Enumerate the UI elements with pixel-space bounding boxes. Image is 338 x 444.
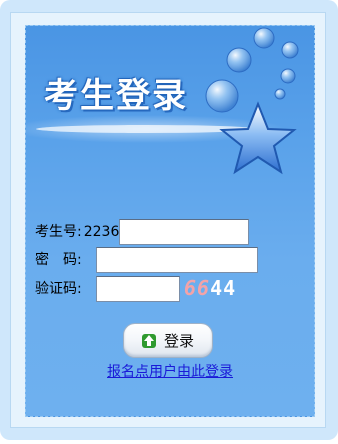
up-arrow-icon	[141, 333, 156, 348]
password-row: 密 码:	[35, 247, 258, 273]
captcha-row: 验证码:	[35, 276, 180, 302]
captcha-label: 验证码:	[35, 281, 82, 297]
captcha-input[interactable]	[96, 276, 180, 302]
agency-login-link[interactable]: 报名点用户由此登录	[100, 361, 240, 381]
captcha-char: 6	[197, 276, 211, 300]
exam-number-input[interactable]	[119, 219, 250, 245]
login-button[interactable]: 登录	[123, 323, 213, 358]
password-input[interactable]	[96, 247, 258, 273]
captcha-char: 4	[210, 276, 224, 300]
captcha-char: 6	[184, 276, 198, 300]
captcha-image[interactable]: 6644	[184, 276, 236, 300]
exam-number-row: 考生号: 2236	[35, 219, 250, 245]
login-button-label: 登录	[163, 332, 194, 350]
star-icon	[219, 101, 297, 175]
captcha-char: 4	[223, 276, 237, 300]
page-title: 考生登录	[44, 76, 188, 116]
exam-number-label: 考生号:	[35, 224, 82, 240]
password-label: 密 码:	[35, 252, 82, 268]
bubble-icon	[205, 27, 299, 113]
exam-number-prefix: 2236	[83, 224, 120, 240]
